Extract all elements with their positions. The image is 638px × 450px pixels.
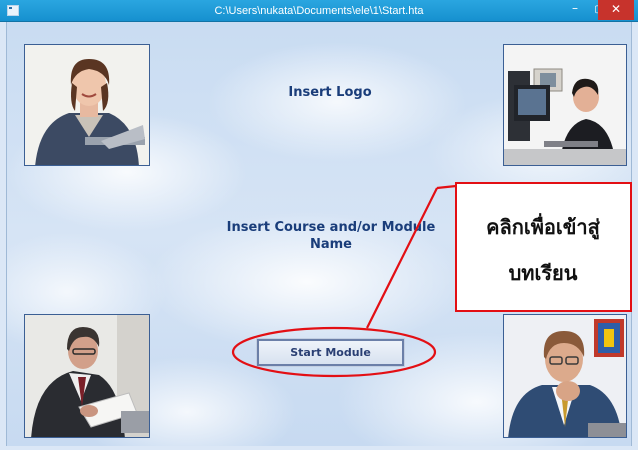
course-name-line-2: Name xyxy=(309,237,352,252)
man-at-computer-photo xyxy=(503,44,627,166)
title-bar[interactable]: C:\Users\nukata\Documents\ele\1\Start.ht… xyxy=(0,0,638,22)
callout-text: คลิกเพื่อเข้าสู่ บทเรียน xyxy=(457,204,629,296)
man-reading-document-photo xyxy=(24,314,150,438)
close-button[interactable]: ✕ xyxy=(598,0,634,20)
logo-placeholder: Insert Logo xyxy=(288,85,372,100)
thai-instruction-callout: คลิกเพื่อเข้าสู่ บทเรียน xyxy=(455,182,632,312)
course-module-name-placeholder: Insert Course and/or Module Name xyxy=(200,219,462,253)
thinking-man-photo xyxy=(503,314,627,438)
hta-window: C:\Users\nukata\Documents\ele\1\Start.ht… xyxy=(0,0,638,450)
window-title: C:\Users\nukata\Documents\ele\1\Start.ht… xyxy=(214,5,424,17)
course-name-line-1: Insert Course and/or Module xyxy=(226,220,436,235)
callout-line-2: บทเรียน xyxy=(508,261,578,285)
start-module-button[interactable]: Start Module xyxy=(256,338,405,367)
minimize-button[interactable]: – xyxy=(564,0,586,20)
callout-line-1: คลิกเพื่อเข้าสู่ xyxy=(486,215,600,239)
smiling-businesswoman-photo xyxy=(24,44,150,166)
